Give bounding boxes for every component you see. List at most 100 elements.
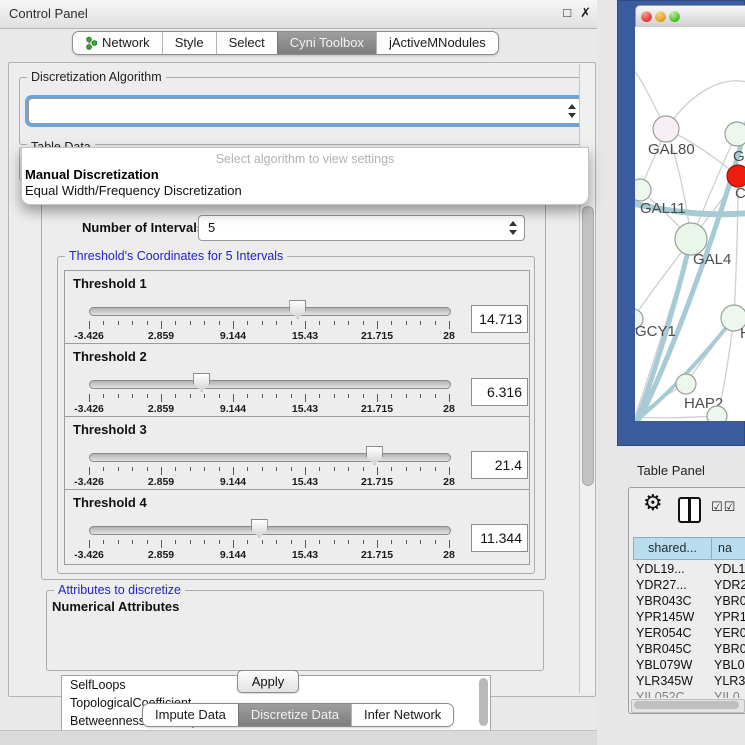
spinner-arrows-icon[interactable]	[509, 221, 517, 235]
tick-mark	[103, 394, 104, 398]
dropdown-option-equal-width[interactable]: Equal Width/Frequency Discretization	[25, 183, 242, 198]
tick-mark	[276, 467, 277, 471]
table-row[interactable]: YDL19...YDL1	[633, 561, 745, 577]
threshold-row-3: Threshold 3-3.4262.8599.14415.4321.71528…	[64, 416, 530, 492]
tab-cyni-toolbox[interactable]: Cyni Toolbox	[277, 32, 376, 54]
tick-mark	[435, 321, 436, 325]
tick-label: 15.43	[292, 330, 318, 342]
threshold-label: Threshold 4	[73, 495, 147, 510]
threshold-slider-handle[interactable]	[193, 373, 210, 392]
tick-label: 28	[443, 476, 455, 488]
tick-label: 9.144	[220, 476, 246, 488]
table-horizontal-scrollbar[interactable]	[631, 699, 745, 713]
tick-mark	[435, 540, 436, 544]
tick-mark	[305, 321, 306, 329]
bottom-strip	[0, 730, 597, 745]
tick-label: 21.715	[361, 476, 393, 488]
attributes-list-scrollbar[interactable]	[479, 678, 488, 726]
tick-mark	[420, 321, 421, 325]
table-row[interactable]: YLR345WYLR3	[633, 673, 745, 689]
tick-mark	[377, 321, 378, 329]
tick-mark	[247, 540, 248, 544]
threshold-slider-track[interactable]	[89, 307, 451, 316]
tick-label: 9.144	[220, 549, 246, 561]
tick-label: -3.426	[74, 476, 104, 488]
table-header-shared[interactable]: shared...	[633, 537, 712, 560]
threshold-value-field[interactable]: 11.344	[471, 524, 528, 552]
attributes-group: Attributes to discretize Numerical Attri…	[46, 590, 544, 671]
tick-mark	[132, 321, 133, 325]
number-of-intervals-label: Number of Intervals	[82, 220, 204, 235]
threshold-slider-track[interactable]	[89, 526, 451, 535]
minimize-traffic-light[interactable]	[655, 11, 666, 22]
dropdown-option-manual-discretization[interactable]: Manual Discretization	[25, 167, 159, 182]
network-node[interactable]	[707, 406, 727, 421]
tick-mark	[89, 540, 90, 548]
cell-shared-name: YDR27...	[636, 577, 687, 593]
threshold-slider-handle[interactable]	[251, 519, 268, 538]
tab-style[interactable]: Style	[162, 32, 216, 54]
column-layout-icon[interactable]	[678, 497, 701, 523]
threshold-value-field[interactable]: 14.713	[471, 305, 528, 333]
table-panel-window: ⚙ ☑☑ shared... na YDL19...YDL1YDR27...YD…	[628, 487, 745, 714]
threshold-slider-track[interactable]	[89, 380, 451, 389]
table-header-name[interactable]: na	[711, 537, 745, 560]
content-scrollbar-thumb[interactable]	[582, 206, 594, 486]
threshold-value-field[interactable]: 6.316	[471, 378, 528, 406]
threshold-slider-track[interactable]	[89, 453, 451, 462]
node-label: C	[735, 185, 745, 202]
table-row[interactable]: YBL079WYBL0	[633, 657, 745, 673]
tick-mark	[219, 321, 220, 325]
table-row[interactable]: YIL052CYIL0	[633, 689, 745, 698]
application-window: Control Panel □ ✗ NetworkStyleSelectCyni…	[0, 0, 745, 745]
tab-label: Cyni Toolbox	[290, 32, 364, 54]
tab-label: Impute Data	[155, 704, 226, 726]
float-panel-icon[interactable]: □	[563, 5, 571, 21]
tab-label: Network	[102, 32, 150, 54]
tick-mark	[363, 394, 364, 398]
tick-mark	[449, 467, 450, 475]
cell-name: YBR0	[714, 593, 745, 609]
threshold-label: Threshold 2	[73, 349, 147, 364]
tab-infer-network[interactable]: Infer Network	[351, 704, 453, 726]
algorithm-combobox[interactable]	[28, 98, 584, 124]
network-node-gal80[interactable]	[653, 116, 679, 142]
table-row[interactable]: YPR145WYPR1	[633, 609, 745, 625]
threshold-value-field[interactable]: 21.4	[471, 451, 528, 479]
tab-select[interactable]: Select	[216, 32, 277, 54]
table-row[interactable]: YBR045CYBR0	[633, 641, 745, 657]
tick-mark	[391, 394, 392, 398]
table-row[interactable]: YBR043CYBR0	[633, 593, 745, 609]
threshold-slider-handle[interactable]	[289, 300, 306, 319]
table-row[interactable]: YDR27...YDR2	[633, 577, 745, 593]
network-node-c[interactable]	[727, 165, 745, 187]
tick-mark	[204, 467, 205, 471]
tab-label: Discretize Data	[251, 704, 339, 726]
network-canvas[interactable]: GAL80GACGAL11GAL4GCY1HHAP2	[635, 27, 745, 421]
table-hscroll-thumb[interactable]	[634, 701, 739, 709]
tick-mark	[334, 467, 335, 471]
tick-mark	[190, 394, 191, 398]
threshold-slider-handle[interactable]	[366, 446, 383, 465]
checkbox-icons[interactable]: ☑☑	[711, 499, 736, 515]
threshold-label: Threshold 1	[73, 276, 147, 291]
cell-shared-name: YLR345W	[636, 673, 693, 689]
close-traffic-light[interactable]	[641, 11, 652, 22]
table-row[interactable]: YER054CYER0	[633, 625, 745, 641]
network-node-ga[interactable]	[725, 122, 745, 146]
tick-mark	[276, 321, 277, 325]
network-node-gal11[interactable]	[635, 179, 651, 201]
intervals-spinner[interactable]: 5	[198, 215, 525, 241]
network-node-hap2[interactable]	[676, 374, 696, 394]
gear-icon[interactable]: ⚙	[643, 490, 663, 516]
tick-mark	[233, 321, 234, 329]
apply-button[interactable]: Apply	[237, 670, 299, 693]
close-panel-icon[interactable]: ✗	[580, 5, 591, 21]
network-window-titlebar[interactable]	[635, 5, 745, 29]
tab-network[interactable]: Network	[73, 32, 162, 54]
tick-mark	[348, 540, 349, 544]
tab-discretize-data[interactable]: Discretize Data	[238, 704, 351, 726]
tab-jactivemnodules[interactable]: jActiveMNodules	[376, 32, 498, 54]
zoom-traffic-light[interactable]	[669, 11, 680, 22]
tab-impute-data[interactable]: Impute Data	[143, 704, 238, 726]
